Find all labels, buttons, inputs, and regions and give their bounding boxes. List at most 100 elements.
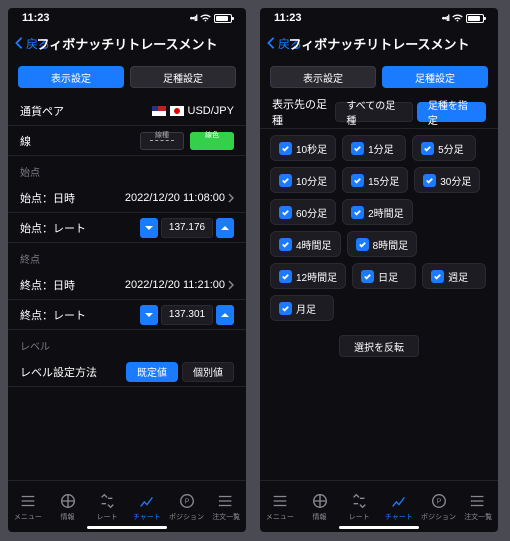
chip-10sec[interactable]: 10秒足: [270, 135, 336, 161]
chip-15min[interactable]: 15分足: [342, 167, 408, 193]
status-icons: ••ıl: [190, 13, 232, 23]
back-button[interactable]: 戻る: [14, 35, 50, 52]
flag-jp-icon: [170, 106, 184, 116]
check-icon: [356, 238, 369, 251]
chip-month[interactable]: 月足: [270, 295, 334, 321]
end-dt-value: 2022/12/20 11:21:00: [125, 279, 225, 291]
back-label: 戻る: [26, 35, 50, 52]
chip-week[interactable]: 週足: [422, 263, 486, 289]
phone-right: 11:23 ••ıl 戻る フィボナッチリトレースメント 表示設定 足種設定 表…: [260, 8, 498, 532]
wifi-icon: [452, 14, 463, 22]
pair-value: USD/JPY: [188, 105, 234, 117]
chip-1min[interactable]: 1分足: [342, 135, 406, 161]
rate-end-field[interactable]: 137.301: [161, 305, 213, 325]
tab-legtype-settings[interactable]: 足種設定: [382, 66, 488, 88]
tab-position[interactable]: Pポジション: [419, 483, 459, 530]
rate-start-up-button[interactable]: [216, 218, 234, 238]
check-icon: [361, 270, 374, 283]
home-indicator: [87, 526, 167, 529]
tab-rate[interactable]: レート: [87, 483, 127, 530]
svg-text:P: P: [436, 496, 441, 505]
rate-start-down-button[interactable]: [140, 218, 158, 238]
pair-value-wrap: USD/JPY: [152, 105, 234, 117]
check-icon: [279, 302, 292, 315]
tab-menu[interactable]: メニュー: [260, 483, 300, 530]
segment-control: 表示設定 足種設定: [260, 62, 498, 96]
rate-end-up-button[interactable]: [216, 305, 234, 325]
status-icons: ••ıl: [442, 13, 484, 23]
check-icon: [279, 238, 292, 251]
invert-row: 選択を反転: [260, 327, 498, 365]
line-color-button[interactable]: 線色: [190, 132, 234, 150]
tab-chart[interactable]: チャート: [127, 483, 167, 530]
battery-icon: [466, 14, 484, 23]
line-style-button[interactable]: 線種: [140, 132, 184, 150]
all-legtypes-button[interactable]: すべての足種: [335, 102, 413, 122]
signal-icon: ••ıl: [442, 13, 449, 23]
tab-position[interactable]: Pポジション: [167, 483, 207, 530]
status-time: 11:23: [274, 12, 302, 24]
row-target-legtype: 表示先の足種 すべての足種 足種を指定: [260, 96, 498, 129]
svg-text:P: P: [184, 496, 189, 505]
tab-rate[interactable]: レート: [339, 483, 379, 530]
tab-orders[interactable]: 注文一覧: [458, 483, 498, 530]
check-icon: [351, 174, 364, 187]
level-preset-button[interactable]: 既定値: [126, 362, 178, 382]
check-icon: [279, 270, 292, 283]
check-icon: [423, 174, 436, 187]
end-dt-label: 終点：日時: [20, 277, 75, 293]
chevron-right-icon: [228, 280, 234, 290]
tab-legtype-settings[interactable]: 足種設定: [130, 66, 236, 88]
check-icon: [279, 174, 292, 187]
tab-display-settings[interactable]: 表示設定: [270, 66, 376, 88]
row-start-datetime[interactable]: 始点：日時 2022/12/20 11:08:00: [8, 183, 246, 213]
row-level-method: レベル設定方法 既定値 個別値: [8, 357, 246, 387]
row-start-rate: 始点：レート 137.176: [8, 213, 246, 243]
segment-control: 表示設定 足種設定: [8, 62, 246, 96]
line-label: 線: [20, 133, 31, 149]
content-left: 表示設定 足種設定 通貨ペア USD/JPY 線 線種 線色 始: [8, 58, 246, 480]
row-currency-pair[interactable]: 通貨ペア USD/JPY: [8, 96, 246, 126]
footer-tabbar: メニュー 情報 レート チャート Pポジション 注文一覧: [260, 480, 498, 532]
rate-end-down-button[interactable]: [140, 305, 158, 325]
status-bar: 11:23 ••ıl: [260, 8, 498, 28]
tab-chart[interactable]: チャート: [379, 483, 419, 530]
home-indicator: [339, 526, 419, 529]
level-method-label: レベル設定方法: [20, 364, 97, 380]
row-end-datetime[interactable]: 終点：日時 2022/12/20 11:21:00: [8, 270, 246, 300]
invert-selection-button[interactable]: 選択を反転: [339, 335, 419, 357]
chip-2hour[interactable]: 2時間足: [342, 199, 413, 225]
chip-8hour[interactable]: 8時間足: [347, 231, 418, 257]
check-icon: [351, 142, 364, 155]
row-end-rate: 終点：レート 137.301: [8, 300, 246, 330]
chip-day[interactable]: 日足: [352, 263, 416, 289]
tab-orders[interactable]: 注文一覧: [206, 483, 246, 530]
chip-30min[interactable]: 30分足: [414, 167, 480, 193]
specify-legtypes-button[interactable]: 足種を指定: [417, 102, 486, 122]
chip-4hour[interactable]: 4時間足: [270, 231, 341, 257]
flag-us-icon: [152, 106, 166, 116]
chip-10min[interactable]: 10分足: [270, 167, 336, 193]
start-dt-value: 2022/12/20 11:08:00: [125, 192, 225, 204]
chip-5min[interactable]: 5分足: [412, 135, 476, 161]
wifi-icon: [200, 14, 211, 22]
check-icon: [421, 142, 434, 155]
phone-left: 11:23 ••ıl 戻る フィボナッチリトレースメント 表示設定 足種設定 通…: [8, 8, 246, 532]
back-button[interactable]: 戻る: [266, 35, 302, 52]
section-level: レベル: [8, 330, 246, 357]
chip-12hour[interactable]: 12時間足: [270, 263, 346, 289]
tab-display-settings[interactable]: 表示設定: [18, 66, 124, 88]
tab-info[interactable]: 情報: [300, 483, 340, 530]
footer-tabbar: メニュー 情報 レート チャート Pポジション 注文一覧: [8, 480, 246, 532]
chip-60min[interactable]: 60分足: [270, 199, 336, 225]
rate-start-field[interactable]: 137.176: [161, 218, 213, 238]
pair-label: 通貨ペア: [20, 103, 64, 119]
nav-bar: 戻る フィボナッチリトレースメント: [260, 28, 498, 58]
target-label: 表示先の足種: [272, 96, 335, 128]
tab-info[interactable]: 情報: [48, 483, 88, 530]
status-time: 11:23: [22, 12, 50, 24]
content-right: 表示設定 足種設定 表示先の足種 すべての足種 足種を指定 10秒足 1分足 5…: [260, 58, 498, 480]
legtype-chip-grid: 10秒足 1分足 5分足 10分足 15分足 30分足 60分足 2時間足 4時…: [260, 129, 498, 327]
tab-menu[interactable]: メニュー: [8, 483, 48, 530]
level-custom-button[interactable]: 個別値: [182, 362, 234, 382]
